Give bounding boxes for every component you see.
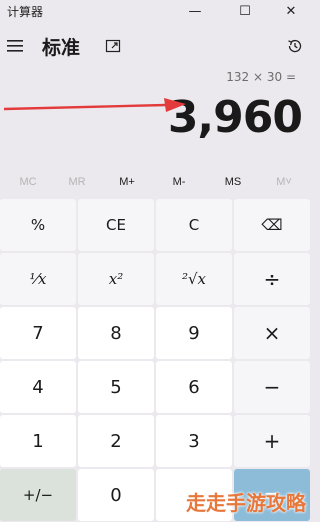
digit-5-button[interactable]: 5	[78, 361, 154, 413]
digit-6-button[interactable]: 6	[156, 361, 232, 413]
clear-entry-button[interactable]: CE	[78, 199, 154, 251]
digit-7-button[interactable]: 7	[0, 307, 76, 359]
expression-display: 132 × 30 =	[226, 70, 296, 84]
mode-title: 标准	[42, 37, 81, 59]
digit-0-button[interactable]: 0	[78, 469, 154, 521]
square-button[interactable]: x²	[78, 253, 154, 305]
hamburger-menu-icon[interactable]	[7, 39, 23, 53]
digit-8-button[interactable]: 8	[78, 307, 154, 359]
close-icon: ✕	[285, 3, 297, 19]
digit-2-button[interactable]: 2	[78, 415, 154, 467]
watermark: 走走手游攻略	[186, 491, 306, 515]
clear-button[interactable]: C	[156, 199, 232, 251]
memory-add-button[interactable]: M+	[99, 168, 155, 196]
maximize-icon: ☐	[239, 3, 251, 19]
minimize-icon: —	[188, 3, 202, 19]
history-icon[interactable]	[286, 37, 304, 55]
memory-row: MC MR M+ M- MS M˅	[0, 168, 312, 196]
maximize-button[interactable]: ☐	[222, 0, 268, 22]
window-title: 计算器	[7, 5, 44, 19]
negate-button[interactable]: +/−	[0, 469, 76, 521]
memory-clear-button[interactable]: MC	[0, 168, 56, 196]
keypad: % CE C ⌫ ⅟x x² ²√x ÷ 7 8 9 × 4 5 6 − 1 2…	[0, 199, 312, 522]
keep-on-top-icon[interactable]	[105, 38, 121, 54]
annotation-arrow	[3, 98, 186, 112]
memory-subtract-button[interactable]: M-	[151, 168, 207, 196]
multiply-button[interactable]: ×	[234, 307, 310, 359]
subtract-button[interactable]: −	[234, 361, 310, 413]
close-button[interactable]: ✕	[268, 0, 314, 22]
digit-4-button[interactable]: 4	[0, 361, 76, 413]
divide-button[interactable]: ÷	[234, 253, 310, 305]
memory-store-button[interactable]: MS	[205, 168, 261, 196]
digit-3-button[interactable]: 3	[156, 415, 232, 467]
reciprocal-button[interactable]: ⅟x	[0, 253, 76, 305]
memory-recall-button[interactable]: MR	[49, 168, 105, 196]
percent-button[interactable]: %	[0, 199, 76, 251]
add-button[interactable]: +	[234, 415, 310, 467]
digit-9-button[interactable]: 9	[156, 307, 232, 359]
memory-list-button[interactable]: M˅	[256, 168, 312, 196]
title-bar: 计算器 — ☐ ✕	[0, 0, 312, 22]
minimize-button[interactable]: —	[172, 0, 218, 22]
square-root-button[interactable]: ²√x	[156, 253, 232, 305]
backspace-button[interactable]: ⌫	[234, 199, 310, 251]
digit-1-button[interactable]: 1	[0, 415, 76, 467]
